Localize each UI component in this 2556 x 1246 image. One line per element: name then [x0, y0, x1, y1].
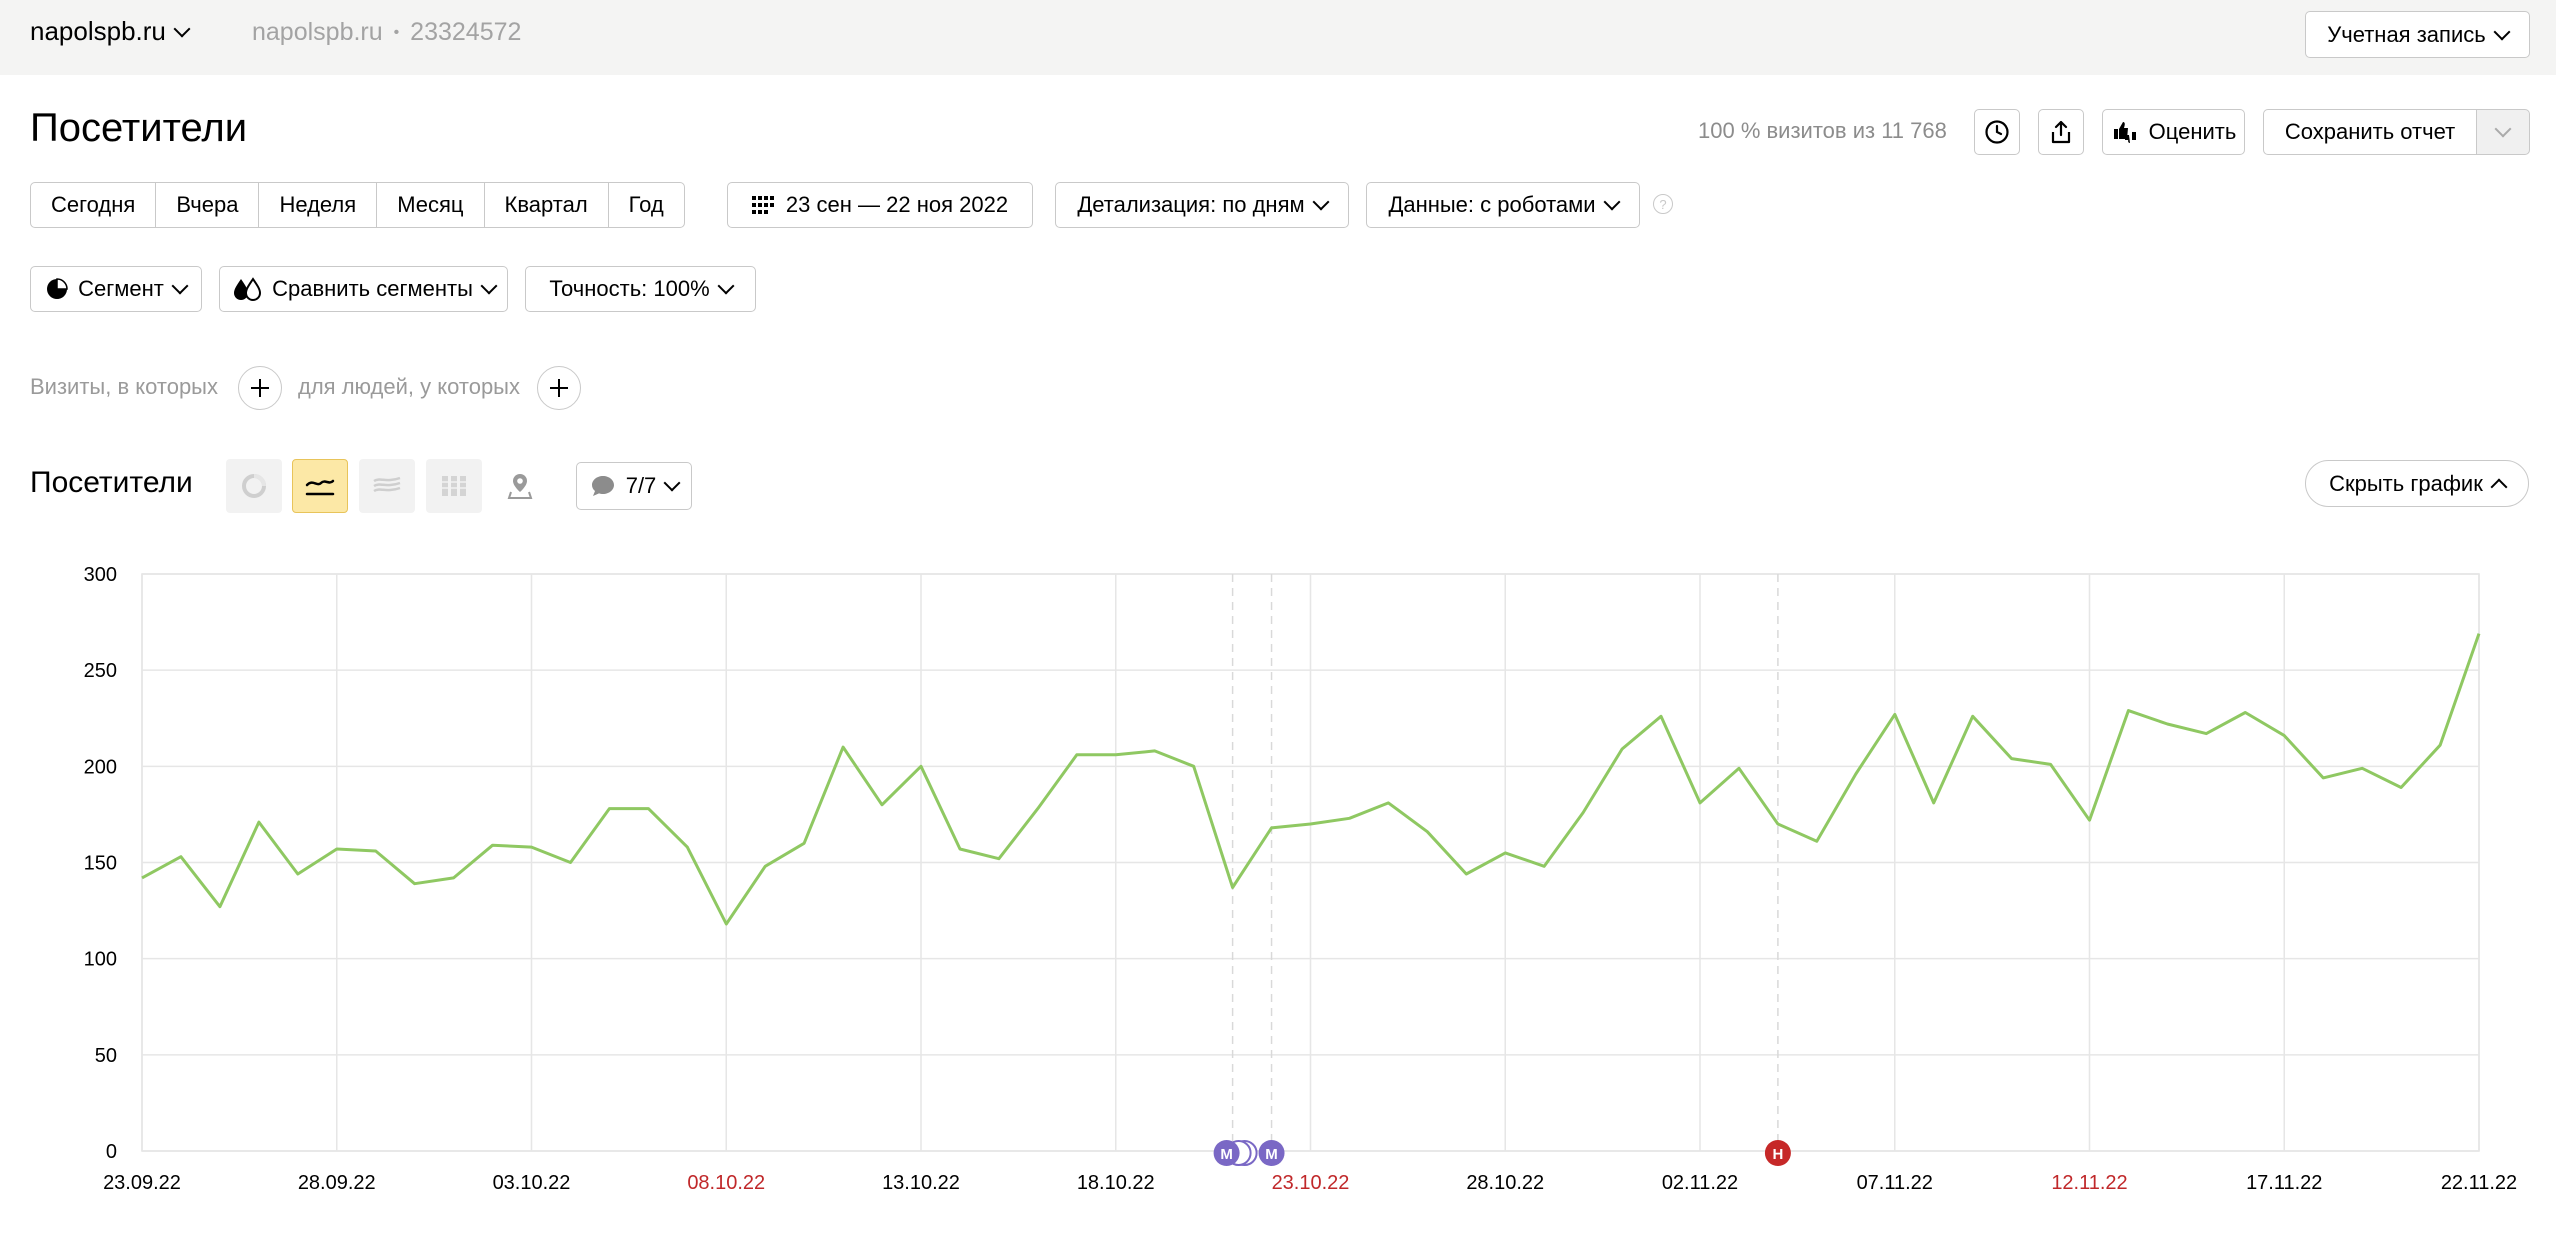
counter-site-name: napolspb.ru	[252, 18, 383, 46]
y-tick-label: 50	[95, 1045, 117, 1067]
calendar-grid-icon	[751, 196, 774, 214]
notes-count: 7/7	[625, 473, 657, 498]
data-select[interactable]: Данные: с роботами	[1366, 182, 1640, 228]
hide-chart-label: Скрыть график	[2329, 470, 2483, 496]
visitors-line-chart: 0 50 100 150 200 250 300 23.09.22 28.09.22 03.10.…	[84, 564, 2518, 1194]
pie-icon	[47, 278, 68, 299]
viz-pie-button[interactable]	[226, 459, 282, 513]
period-month[interactable]: Месяц	[377, 183, 485, 227]
compare-segments-button[interactable]: Сравнить сегменты	[219, 266, 508, 312]
note-marker-label: M	[1220, 1146, 1233, 1163]
history-button[interactable]	[1974, 109, 2020, 155]
accuracy-label: Точность: 100%	[549, 276, 710, 301]
x-tick-label: 22.11.22	[2441, 1172, 2517, 1194]
period-year[interactable]: Год	[609, 183, 684, 227]
data-label: Данные: с роботами	[1388, 192, 1596, 217]
x-tick-label: 02.11.22	[1662, 1172, 1738, 1194]
save-label: Сохранить отчет	[2284, 119, 2456, 144]
period-quarter[interactable]: Квартал	[485, 183, 609, 227]
add-visits-filter-button[interactable]	[238, 366, 282, 410]
viz-area-button[interactable]	[359, 459, 415, 513]
y-tick-label: 0	[106, 1141, 117, 1163]
y-tick-label: 150	[84, 853, 117, 875]
x-tick-label: 18.10.22	[1077, 1172, 1155, 1194]
clock-icon	[1985, 120, 2009, 144]
chevron-down-icon	[1312, 193, 1330, 211]
note-marker-label: Н	[1772, 1146, 1783, 1163]
detail-label: Детализация: по дням	[1077, 192, 1305, 217]
visits-share: 100 % визитов из 11 768	[1698, 118, 1947, 143]
x-tick-label: 23.10.22	[1272, 1172, 1350, 1194]
chevron-up-icon	[2490, 478, 2508, 495]
save-report-menu-button[interactable]	[2476, 109, 2530, 155]
segment-button[interactable]: Сегмент	[30, 266, 202, 312]
x-tick-label: 12.11.22	[2051, 1172, 2127, 1194]
date-range-label: 23 сен — 22 ноя 2022	[785, 192, 1009, 217]
period-selector: Сегодня Вчера Неделя Месяц Квартал Год	[30, 182, 685, 228]
x-tick-label: 28.09.22	[298, 1172, 376, 1194]
notes-button[interactable]: 7/7	[576, 462, 692, 510]
add-people-filter-button[interactable]	[537, 366, 581, 410]
date-range-button[interactable]: 23 сен — 22 ноя 2022	[727, 182, 1033, 228]
x-tick-label: 23.09.22	[103, 1172, 181, 1194]
chevron-down-icon	[2494, 120, 2512, 138]
visits-filter-label: Визиты, в которых	[30, 374, 218, 399]
compare-label: Сравнить сегменты	[272, 276, 473, 301]
viz-bar-button[interactable]	[426, 459, 482, 513]
line-chart-icon	[305, 479, 335, 496]
pie-chart-icon	[242, 474, 266, 498]
y-tick-label: 300	[84, 564, 117, 586]
viz-map-button[interactable]	[492, 459, 548, 513]
y-tick-label: 200	[84, 756, 117, 778]
thumbs-icon	[2113, 122, 2136, 143]
chevron-down-icon	[717, 277, 735, 295]
x-tick-label: 28.10.22	[1466, 1172, 1544, 1194]
area-chart-icon	[373, 476, 401, 493]
x-tick-label: 03.10.22	[493, 1172, 571, 1194]
detail-select[interactable]: Детализация: по дням	[1055, 182, 1349, 228]
y-tick-label: 250	[84, 660, 117, 682]
segment-label: Сегмент	[78, 276, 164, 301]
chevron-down-icon	[171, 277, 189, 295]
share-button[interactable]	[2038, 109, 2084, 155]
help-icon[interactable]: ?	[1653, 194, 1673, 214]
period-today[interactable]: Сегодня	[31, 183, 157, 227]
chevron-down-icon	[2493, 23, 2511, 40]
chevron-down-icon	[1603, 193, 1621, 211]
y-tick-label: 100	[84, 949, 117, 971]
counter-info: napolspb.ru • 23324572	[252, 18, 521, 47]
rate-label: Оценить	[2148, 119, 2237, 144]
chevron-down-icon	[480, 277, 498, 295]
save-report-button[interactable]: Сохранить отчет	[2263, 109, 2477, 155]
bar-chart-icon	[440, 476, 468, 496]
account-button[interactable]: Учетная запись	[2305, 11, 2530, 58]
x-tick-label: 13.10.22	[882, 1172, 960, 1194]
site-name: napolspb.ru	[30, 16, 166, 46]
note-marker-label: M	[1265, 1146, 1278, 1163]
drops-icon	[234, 277, 262, 301]
chart-section-title: Посетители	[30, 466, 193, 499]
period-week[interactable]: Неделя	[259, 183, 378, 227]
people-filter-label: для людей, у которых	[298, 374, 520, 399]
share-icon	[2051, 120, 2071, 144]
counter-id: 23324572	[410, 18, 522, 46]
top-bar: napolspb.ru napolspb.ru • 23324572 Учетн…	[0, 0, 2556, 75]
period-yesterday[interactable]: Вчера	[156, 183, 260, 227]
chevron-down-icon	[663, 474, 681, 492]
x-tick-label: 07.11.22	[1857, 1172, 1933, 1194]
viz-line-button[interactable]	[292, 459, 348, 513]
counter-separator: •	[393, 24, 400, 42]
chevron-down-icon	[173, 20, 191, 37]
x-tick-label: 08.10.22	[687, 1172, 765, 1194]
rate-button[interactable]: Оценить	[2102, 109, 2245, 155]
accuracy-select[interactable]: Точность: 100%	[525, 266, 756, 312]
account-label: Учетная запись	[2327, 21, 2486, 47]
hide-chart-button[interactable]: Скрыть график	[2305, 460, 2529, 507]
site-selector[interactable]: napolspb.ru	[30, 16, 191, 47]
page-title: Посетители	[30, 106, 248, 150]
comment-icon	[591, 476, 614, 496]
map-pin-icon	[507, 474, 533, 499]
x-tick-label: 17.11.22	[2246, 1172, 2322, 1194]
